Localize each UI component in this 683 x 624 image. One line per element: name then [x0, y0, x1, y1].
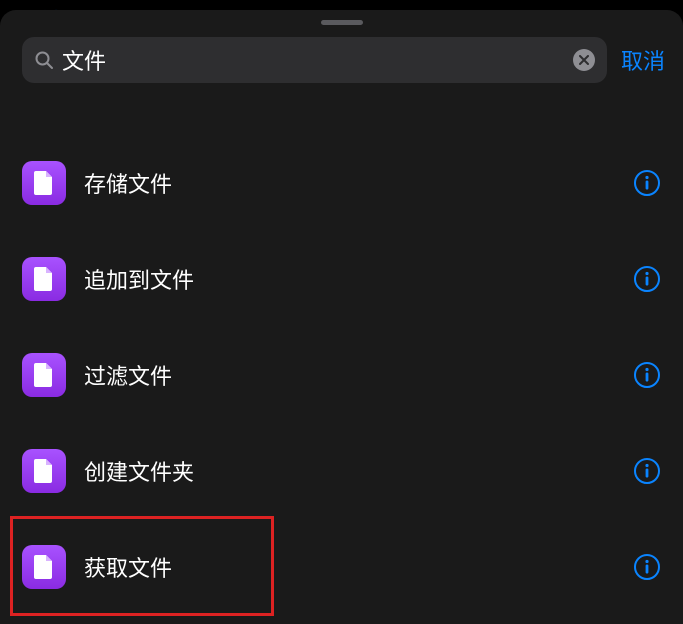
info-button[interactable] [633, 169, 661, 197]
search-input[interactable] [62, 47, 565, 73]
result-item-save-file[interactable]: 存储文件 [0, 135, 683, 231]
search-icon [34, 50, 54, 70]
search-panel: 取消 存储文件 追加到文件 过滤文件 [0, 10, 683, 624]
result-item-create-folder[interactable]: 创建文件夹 [0, 423, 683, 519]
result-item-label: 创建文件夹 [84, 455, 633, 487]
info-button[interactable] [633, 361, 661, 389]
info-icon [633, 553, 661, 581]
info-icon [633, 457, 661, 485]
info-icon [633, 265, 661, 293]
close-icon [579, 55, 589, 65]
result-item-label: 追加到文件 [84, 263, 633, 295]
info-button[interactable] [633, 265, 661, 293]
info-icon [633, 361, 661, 389]
result-item-label: 过滤文件 [84, 359, 633, 391]
cancel-button[interactable]: 取消 [621, 44, 665, 76]
result-item-append-file[interactable]: 追加到文件 [0, 231, 683, 327]
info-icon [633, 169, 661, 197]
search-field[interactable] [22, 37, 607, 83]
result-item-label: 获取文件 [84, 551, 633, 583]
info-button[interactable] [633, 457, 661, 485]
clear-search-button[interactable] [573, 49, 595, 71]
result-item-get-file[interactable]: 获取文件 [0, 519, 683, 615]
result-item-label: 存储文件 [84, 167, 633, 199]
file-icon [22, 353, 66, 397]
file-icon [22, 161, 66, 205]
result-item-filter-file[interactable]: 过滤文件 [0, 327, 683, 423]
search-row: 取消 [0, 37, 683, 83]
file-icon [22, 449, 66, 493]
file-icon [22, 545, 66, 589]
sheet-grabber[interactable] [321, 20, 363, 25]
info-button[interactable] [633, 553, 661, 581]
file-icon [22, 257, 66, 301]
results-list: 存储文件 追加到文件 过滤文件 [0, 135, 683, 615]
